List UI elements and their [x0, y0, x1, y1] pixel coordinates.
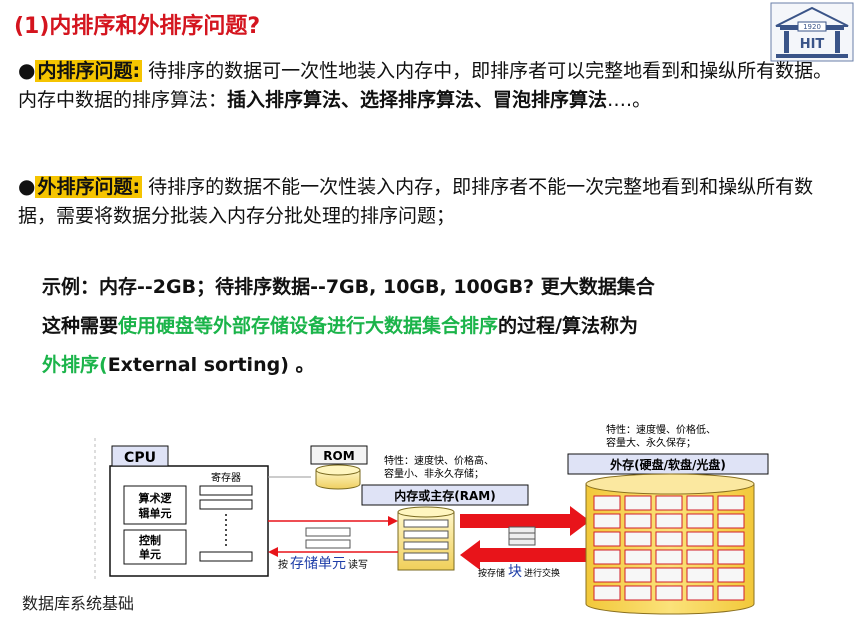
internal-sort-ellipsis: ….。	[607, 89, 652, 111]
block-icon	[508, 526, 536, 546]
storage-block	[624, 531, 652, 547]
storage-block	[624, 549, 652, 565]
block-unit: 块	[508, 564, 522, 580]
storage-block	[717, 495, 745, 511]
rom-label: ROM	[323, 449, 354, 463]
ext-features-1: 特性：速度慢、价格低、	[606, 423, 716, 436]
ram-features-2: 容量小、非永久存储；	[384, 467, 484, 480]
storage-block	[717, 531, 745, 547]
hit-logo-icon: 1920 HIT	[770, 2, 854, 62]
storage-block	[593, 585, 621, 601]
storage-block	[717, 567, 745, 583]
storage-block	[593, 513, 621, 529]
storage-block	[624, 567, 652, 583]
bullet-icon: ●	[18, 58, 36, 82]
storage-block	[655, 567, 683, 583]
external-sorting-term: 外排序(	[42, 354, 108, 376]
block-post: 进行交换	[524, 567, 560, 579]
example-line-1: 示例：内存--2GB；待排序数据--7GB, 10GB, 100GB? 更大数据…	[42, 276, 655, 298]
storage-block	[686, 549, 714, 565]
storage-block	[655, 531, 683, 547]
storage-block	[624, 513, 652, 529]
example-highlight: 使用硬盘等外部存储设备进行大数据集合排序	[118, 315, 499, 337]
storage-block	[686, 567, 714, 583]
external-sort-paragraph: ● 外排序问题: 待排序的数据不能一次性装入内存，即排序者不能一次完整地看到和操纵…	[18, 172, 848, 231]
slide-title: (1)内排序和外排序问题?	[14, 14, 261, 39]
storage-block	[624, 495, 652, 511]
example-text: 这种需要	[42, 315, 119, 337]
example-line-3: 外排序(External sorting) 。	[42, 346, 842, 385]
storage-block	[655, 549, 683, 565]
storage-block	[593, 549, 621, 565]
registers-label: 寄存器	[211, 471, 241, 484]
storage-block	[655, 585, 683, 601]
logo-year: 1920	[803, 23, 821, 31]
ram-features-1: 特性：速度快、价格高、	[384, 454, 494, 467]
storage-block	[624, 585, 652, 601]
rw-post: 读写	[348, 558, 368, 571]
storage-block	[686, 513, 714, 529]
storage-block	[717, 585, 745, 601]
storage-block	[686, 585, 714, 601]
internal-sort-term: 内排序问题:	[35, 60, 143, 82]
ext-features-2: 容量大、永久保存；	[606, 436, 696, 449]
alu-label-1: 算术逻	[138, 491, 173, 505]
ext-label: 外存(硬盘/软盘/光盘)	[610, 457, 726, 472]
external-storage-cylinder	[585, 473, 755, 615]
storage-block	[717, 513, 745, 529]
ram-label: 内存或主存(RAM)	[394, 488, 495, 503]
storage-block	[655, 513, 683, 529]
cpu-box: CPU 寄存器 算术逻 辑单元 控制 单元	[109, 445, 269, 577]
alu-label-2: 辑单元	[139, 506, 172, 520]
bullet-icon: ●	[18, 174, 36, 198]
internal-sort-paragraph: ● 内排序问题: 待排序的数据可一次性地装入内存中，即排序者可以完整地看到和操纵所…	[18, 56, 848, 115]
storage-block	[717, 549, 745, 565]
rom-cylinder: ROM	[310, 445, 368, 490]
storage-block	[655, 495, 683, 511]
storage-block	[593, 495, 621, 511]
logo-letters: HIT	[800, 37, 825, 52]
rw-unit: 存储单元	[290, 556, 346, 572]
storage-block	[686, 531, 714, 547]
example-line-2: 这种需要使用硬盘等外部存储设备进行大数据集合排序的过程/算法称为	[42, 307, 842, 346]
storage-hierarchy-diagram: CPU 寄存器 算术逻 辑单元 控制 单元 ROM 特性：速度快、价格高、 容量…	[94, 423, 769, 615]
example-text: 的过程/算法称为	[498, 315, 638, 337]
example-block: 示例：内存--2GB；待排序数据--7GB, 10GB, 100GB? 更大数据…	[42, 268, 842, 385]
storage-block	[593, 567, 621, 583]
external-sorting-english: External sorting) 。	[107, 354, 315, 376]
internal-sort-algorithms: 插入排序算法、选择排序算法、冒泡排序算法	[227, 89, 608, 111]
storage-block	[686, 495, 714, 511]
block-pre: 按存储	[478, 567, 505, 579]
rw-pre: 按	[278, 558, 288, 571]
cpu-label: CPU	[124, 450, 156, 466]
control-unit-label-2: 单元	[139, 547, 161, 561]
external-sort-term: 外排序问题:	[35, 176, 143, 198]
storage-block	[593, 531, 621, 547]
control-unit-label-1: 控制	[139, 533, 161, 547]
footer-text: 数据库系统基础	[22, 594, 135, 613]
